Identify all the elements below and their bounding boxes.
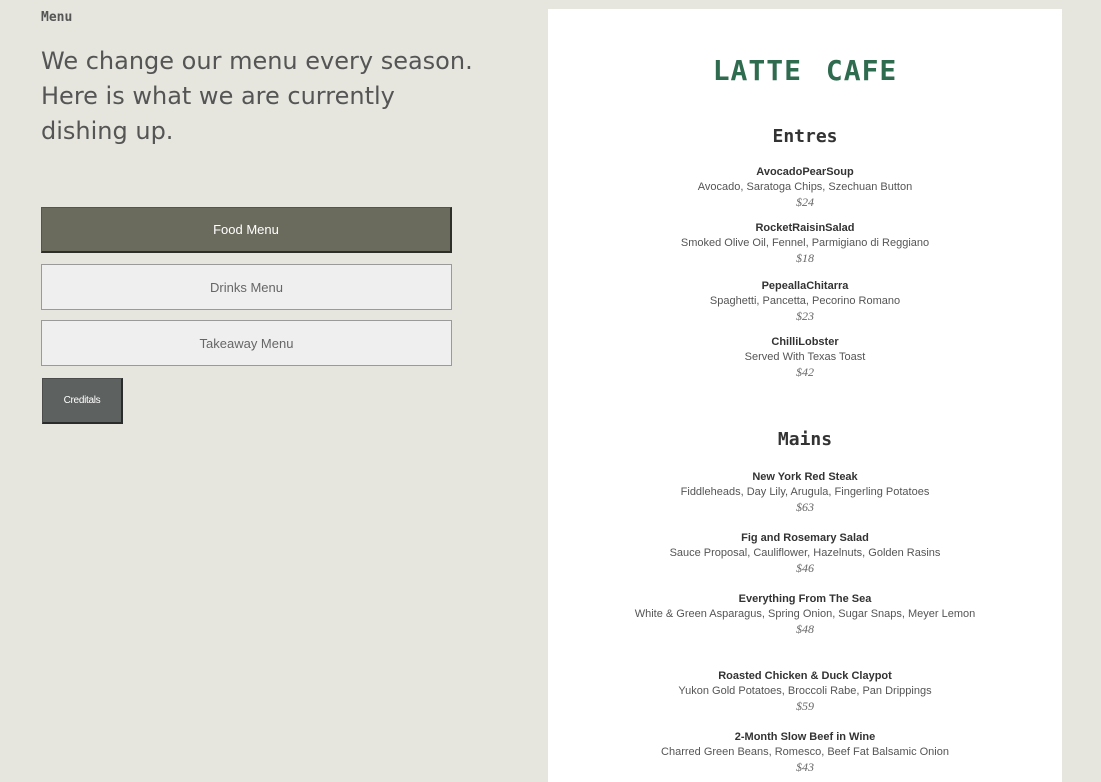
item-description: Yukon Gold Potatoes, Broccoli Rabe, Pan … <box>678 685 932 697</box>
section-label: Menu <box>41 10 73 25</box>
item-price: $46 <box>796 561 814 575</box>
page: Menu We change our menu every season. He… <box>0 0 1101 782</box>
category-title-entres: Entres <box>772 126 838 147</box>
item-description: Served With Texas Toast <box>744 351 866 363</box>
item-description: Avocado, Saratoga Chips, Szechuan Button <box>697 181 913 193</box>
item-name: Fig and Rosemary Salad <box>741 532 869 544</box>
item-price: $23 <box>796 309 814 323</box>
item-price: $24 <box>796 195 814 209</box>
cafe-title: LATTE CAFE <box>712 54 898 87</box>
intro-text: We change our menu every season. Here is… <box>41 47 473 145</box>
menu-card: LATTE CAFE Entres AvocadoPearSoup Avocad… <box>548 9 1062 782</box>
menu-item: Everything From The Sea White & Green As… <box>548 592 1062 637</box>
item-name: 2-Month Slow Beef in Wine <box>734 731 876 743</box>
takeaway-menu-button[interactable]: Takeaway Menu <box>41 320 452 366</box>
menu-item: ChilliLobster Served With Texas Toast $4… <box>548 335 1062 380</box>
drinks-menu-button[interactable]: Drinks Menu <box>41 264 452 310</box>
item-description: Fiddleheads, Day Lily, Arugula, Fingerli… <box>680 486 930 498</box>
item-name: AvocadoPearSoup <box>756 166 854 178</box>
item-name: Everything From The Sea <box>738 593 872 605</box>
item-name: ChilliLobster <box>771 336 839 348</box>
item-price: $63 <box>796 500 814 514</box>
menu-item: Roasted Chicken & Duck Claypot Yukon Gol… <box>548 669 1062 714</box>
menu-item: New York Red Steak Fiddleheads, Day Lily… <box>548 470 1062 515</box>
item-description: Spaghetti, Pancetta, Pecorino Romano <box>709 295 901 307</box>
menu-item: 2-Month Slow Beef in Wine Charred Green … <box>548 730 1062 775</box>
item-price: $59 <box>796 699 814 713</box>
menu-item: PepeallaChitarra Spaghetti, Pancetta, Pe… <box>548 279 1062 324</box>
menu-item: Fig and Rosemary Salad Sauce Proposal, C… <box>548 531 1062 576</box>
menu-item: RocketRaisinSalad Smoked Olive Oil, Fenn… <box>548 221 1062 266</box>
item-price: $48 <box>796 622 814 636</box>
item-name: Roasted Chicken & Duck Claypot <box>718 670 892 682</box>
item-name: New York Red Steak <box>752 471 858 483</box>
item-price: $43 <box>796 760 814 774</box>
item-description: White & Green Asparagus, Spring Onion, S… <box>634 608 976 620</box>
category-title-mains: Mains <box>777 429 833 450</box>
item-price: $42 <box>796 365 814 379</box>
food-menu-button[interactable]: Food Menu <box>41 207 452 253</box>
item-description: Charred Green Beans, Romesco, Beef Fat B… <box>661 746 949 758</box>
item-price: $18 <box>796 251 814 265</box>
credits-button[interactable]: Creditals <box>42 378 123 424</box>
item-name: PepeallaChitarra <box>761 280 849 292</box>
menu-item: AvocadoPearSoup Avocado, Saratoga Chips,… <box>548 165 1062 210</box>
item-description: Sauce Proposal, Cauliflower, Hazelnuts, … <box>669 547 941 559</box>
item-name: RocketRaisinSalad <box>755 222 855 234</box>
item-description: Smoked Olive Oil, Fennel, Parmigiano di … <box>680 237 930 249</box>
